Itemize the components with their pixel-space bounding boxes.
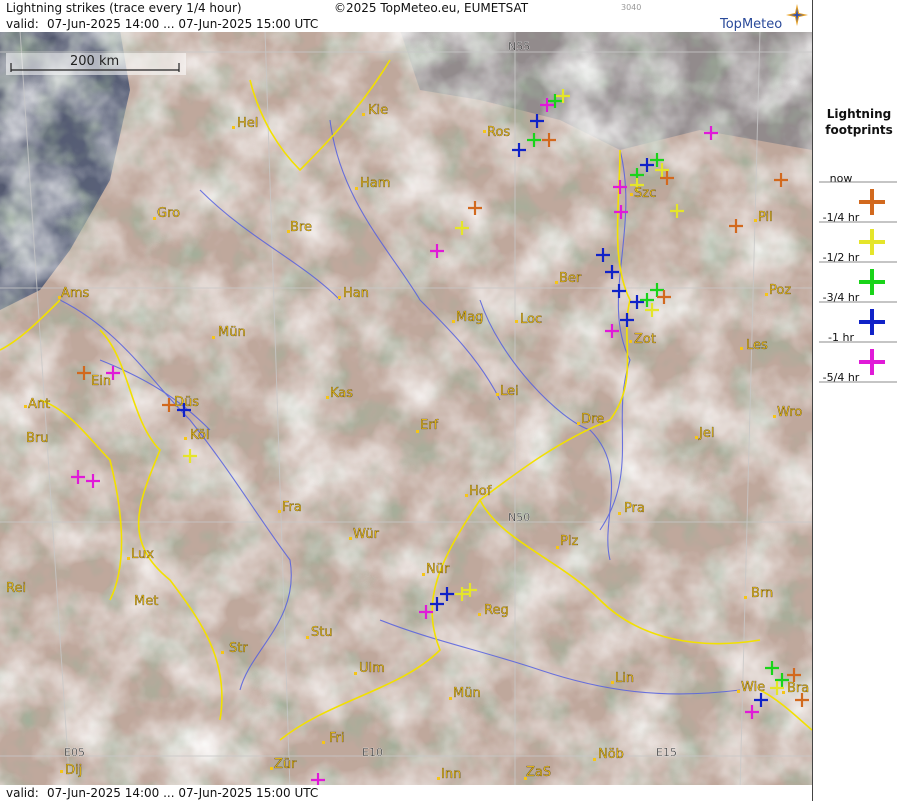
satellite-map: Hel Kie Ros Szc Ham Gro Bre Pil Ams Han … [0, 0, 812, 801]
city-label: Zür [274, 757, 297, 772]
legend-cross-quarter-icon [859, 229, 885, 255]
scale-bar: 200 km [6, 53, 186, 75]
city-label: Hel [237, 116, 258, 131]
copyright-text: ©2025 TopMeteo.eu, EUMETSAT [334, 1, 529, 15]
header-bar-top: Lightning strikes (trace every 1/4 hour)… [0, 0, 812, 16]
city-label: Ein [91, 374, 111, 389]
city-label: Pra [624, 501, 645, 516]
city-label: Ham [360, 176, 390, 191]
grid-label-e10: E10 [362, 746, 383, 759]
legend-title-line2: footprints [825, 123, 893, 137]
haze [0, 30, 812, 790]
compass-logo-icon [786, 4, 808, 26]
city-label: Szc [634, 186, 656, 201]
city-label: Fri [329, 731, 345, 746]
city-label: Bra [787, 681, 809, 696]
city-label: Lei [500, 384, 519, 399]
city-label: Hof [469, 484, 492, 499]
brand-name: TopMeteo [720, 17, 783, 32]
city-label: Mün [453, 686, 481, 701]
valid-label-top: valid: [6, 17, 39, 31]
grid-label-n55: N55 [508, 40, 530, 53]
valid-range-top: 07-Jun-2025 14:00 ... 07-Jun-2025 15:00 … [47, 17, 319, 31]
city-label: Ams [61, 286, 90, 301]
city-label: Zot [634, 332, 656, 347]
city-label: Pil [758, 210, 773, 225]
city-label: Reg [484, 603, 509, 618]
city-label: Erf [420, 418, 439, 433]
city-label: Gro [157, 206, 180, 221]
valid-label-bottom: valid: [6, 786, 39, 800]
city-label: Mün [218, 325, 246, 340]
legend-swatches [819, 181, 897, 383]
city-label: Bru [26, 431, 49, 446]
city-label: Lin [615, 671, 634, 686]
city-label: Jel [698, 426, 714, 441]
city-label: Mag [456, 310, 483, 325]
grid-label-e05: E05 [64, 746, 85, 759]
header-bar-valid: valid: 07-Jun-2025 14:00 ... 07-Jun-2025… [0, 16, 812, 32]
city-label: Ulm [359, 661, 385, 676]
city-label: Ber [559, 271, 582, 286]
city-label: Inn [441, 767, 461, 782]
city-label: Lux [131, 547, 154, 562]
city-label: Nür [426, 562, 450, 577]
city-label: Dre [581, 412, 604, 427]
city-label: Düs [174, 395, 199, 410]
city-label: Kas [330, 386, 353, 401]
city-label: Str [229, 641, 248, 656]
city-label: Ant [28, 397, 50, 412]
legend-cross-half-icon [859, 269, 885, 295]
legend-cross-three-quarter-icon [859, 309, 885, 335]
map-area: Hel Kie Ros Szc Ham Gro Bre Pil Ams Han … [0, 0, 812, 801]
legend-title-line1: Lightning [826, 107, 892, 121]
city-label: Brn [751, 586, 773, 601]
city-label: Rei [6, 581, 26, 596]
city-label: Dij [65, 763, 82, 778]
footer-bar: valid: 07-Jun-2025 14:00 ... 07-Jun-2025… [0, 785, 812, 801]
city-label: Met [134, 594, 158, 609]
city-label: Poz [769, 283, 791, 298]
city-label: Wro [777, 405, 802, 420]
city-label: ZaS [526, 765, 551, 780]
city-label: Wie [741, 680, 765, 695]
legend-cross-now-icon [859, 189, 885, 215]
brand-logo: TopMeteo [718, 4, 810, 32]
city-label: Fra [282, 500, 302, 515]
map-title: Lightning strikes (trace every 1/4 hour) [6, 1, 242, 15]
grid-label-n50: N50 [508, 511, 530, 524]
city-label: Han [343, 286, 369, 301]
product-code: 3040 [621, 3, 642, 12]
city-label: Les [746, 338, 768, 353]
legend-panel: Lightning footprints now -1/4 hr -1/2 hr… [812, 0, 904, 801]
city-label: Bre [290, 220, 312, 235]
city-label: Nöb [598, 747, 624, 762]
city-label: Loc [520, 312, 542, 327]
scale-bar-label: 200 km [70, 54, 119, 69]
valid-range-bottom: 07-Jun-2025 14:00 ... 07-Jun-2025 15:00 … [47, 786, 319, 800]
city-label: Kie [368, 103, 388, 118]
city-label: Ros [487, 125, 510, 140]
city-label: Stu [311, 625, 333, 640]
legend-cross-one-hour-icon [859, 349, 885, 375]
city-label: Plz [560, 534, 578, 549]
grid-label-e15: E15 [656, 746, 677, 759]
city-label: Köl [190, 428, 209, 443]
city-label: Wür [353, 527, 380, 542]
